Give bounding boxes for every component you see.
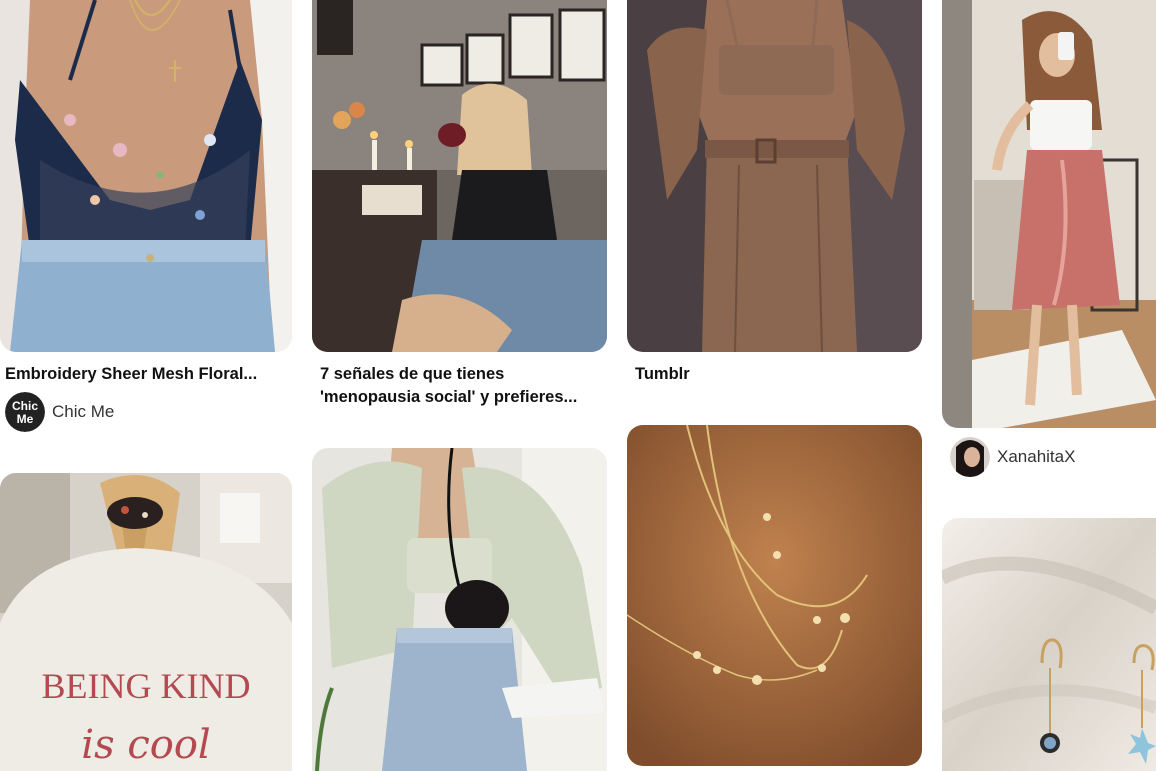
pinner-name-chic-me[interactable]: Chic Me [52, 402, 114, 422]
avatar-xanahitax[interactable] [950, 437, 990, 477]
pin-image-satin-skirt[interactable] [942, 0, 1156, 428]
pin-card-cardigan[interactable] [312, 448, 607, 771]
pin-title-menopausia[interactable]: 7 señales de que tienes 'menopausia soci… [320, 363, 604, 409]
avatar-chic-me-text-top: Chic [12, 399, 38, 413]
pin-card-earrings[interactable] [942, 518, 1156, 771]
pin-title-tumblr[interactable]: Tumblr [635, 363, 915, 386]
pin-card-star-necklace[interactable] [627, 425, 922, 766]
pin-title-menopausia-line-2[interactable]: 'menopausia social' y prefieres... [320, 386, 604, 409]
pin-image-brown-set[interactable] [627, 0, 922, 352]
pinner-xanahitax[interactable]: XanahitaX [950, 437, 1075, 477]
pin-image-earrings[interactable] [942, 518, 1156, 771]
avatar-chic-me[interactable]: Chic Me [5, 392, 45, 432]
pinner-name-xanahitax[interactable]: XanahitaX [997, 447, 1075, 467]
pin-card-satin-skirt[interactable]: XanahitaX [942, 0, 1156, 485]
pin-image-sweatshirt[interactable]: BEING KIND is cool [0, 473, 292, 771]
pin-card-embroidery[interactable]: Embroidery Sheer Mesh Floral... Chic Me … [0, 0, 292, 440]
pin-card-tumblr[interactable]: Tumblr [627, 0, 922, 400]
pin-image-wine-woman[interactable] [312, 0, 607, 352]
pinner-chic-me[interactable]: Chic Me Chic Me [5, 392, 114, 432]
pin-image-cardigan[interactable] [312, 448, 607, 771]
pin-image-embroidery-top[interactable] [0, 0, 292, 352]
sweatshirt-print-text-2: is cool [81, 722, 210, 768]
pin-grid: Embroidery Sheer Mesh Floral... Chic Me … [0, 0, 1156, 771]
pin-card-menopausia[interactable]: 7 señales de que tienes 'menopausia soci… [312, 0, 607, 420]
sweatshirt-print-text-1: BEING KIND [42, 666, 251, 706]
pin-card-sweatshirt[interactable]: BEING KIND is cool [0, 473, 292, 771]
avatar-chic-me-text-bottom: Me [17, 412, 34, 426]
pin-title-menopausia-line-1[interactable]: 7 señales de que tienes [320, 363, 604, 386]
pin-title-embroidery[interactable]: Embroidery Sheer Mesh Floral... [5, 363, 285, 386]
pin-image-star-necklace[interactable] [627, 425, 922, 766]
